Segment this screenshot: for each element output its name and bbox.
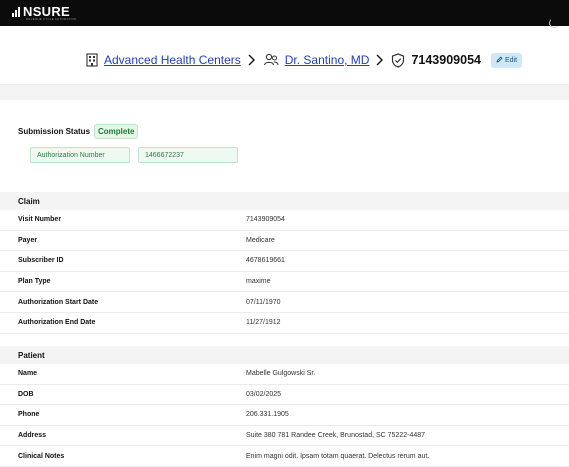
breadcrumb-facility-link[interactable]: Advanced Health Centers xyxy=(104,53,241,67)
chevron-right-icon xyxy=(247,54,257,66)
row-label: Plan Type xyxy=(18,278,51,286)
building-icon xyxy=(86,53,98,67)
row-value: 7143909054 xyxy=(246,216,285,224)
authorization-number-row: Authorization Number 1466672237 xyxy=(30,147,238,163)
table-row: Name Mabelle Gulgowski Sr. xyxy=(0,364,569,385)
row-value: Mabelle Gulgowski Sr. xyxy=(246,370,316,378)
row-label: Visit Number xyxy=(18,216,62,224)
brand-tagline: REVENUE CYCLE AUTOMATION xyxy=(26,17,77,21)
authorization-number-label: Authorization Number xyxy=(30,147,130,163)
visit-id-heading: 7143909054 xyxy=(411,53,481,67)
table-row: Subscriber ID 4678619661 xyxy=(0,251,569,272)
table-row: Plan Type maxime xyxy=(0,272,569,293)
pencil-icon xyxy=(496,56,503,65)
row-value: 03/02/2025 xyxy=(246,390,282,398)
users-icon xyxy=(263,53,279,67)
user-menu-icon[interactable] xyxy=(549,18,559,28)
table-row: Clinical Notes Enim magni odit. Ipsam tot… xyxy=(0,446,569,467)
submission-status-label: Submission Status xyxy=(18,127,91,136)
status-badge: Complete xyxy=(94,124,139,139)
table-row: Authorization End Date 11/27/1912 xyxy=(0,313,569,334)
edit-button-label: Edit xyxy=(504,56,518,64)
row-label: Payer xyxy=(18,236,38,244)
row-value: 11/27/1912 xyxy=(246,319,281,327)
row-label: DOB xyxy=(18,390,34,398)
claim-section-header: Claim xyxy=(0,192,569,210)
row-label: Subscriber ID xyxy=(18,257,64,265)
table-row: Visit Number 7143909054 xyxy=(0,210,569,231)
table-row: DOB 03/02/2025 xyxy=(0,385,569,406)
chevron-right-icon xyxy=(375,54,385,66)
edit-button[interactable]: Edit xyxy=(490,52,523,68)
row-value: Suite 380 781 Randee Creek, Brunostad, S… xyxy=(246,432,426,440)
shield-check-icon xyxy=(391,52,405,68)
row-label: Address xyxy=(18,432,47,440)
divider-band xyxy=(0,84,569,100)
row-label: Authorization End Date xyxy=(18,319,96,327)
breadcrumb: Advanced Health Centers Dr. Santino, MD … xyxy=(86,50,523,70)
row-value: 206.331.1905 xyxy=(246,411,289,419)
logo-bars-icon xyxy=(12,6,20,17)
table-row: Payer Medicare xyxy=(0,231,569,252)
top-navigation-bar: NSURE REVENUE CYCLE AUTOMATION xyxy=(0,0,569,26)
row-value: Enim magni odit. Ipsam totam quaerat. De… xyxy=(246,452,430,460)
row-label: Name xyxy=(18,370,38,378)
table-row: Authorization Start Date 07/11/1970 xyxy=(0,292,569,313)
table-row: Address Suite 380 781 Randee Creek, Bruno… xyxy=(0,426,569,447)
row-value: 4678619661 xyxy=(246,257,285,265)
submission-status: Submission Status Complete xyxy=(18,124,139,139)
row-value: Medicare xyxy=(246,236,275,244)
breadcrumb-provider-link[interactable]: Dr. Santino, MD xyxy=(285,53,370,67)
row-value: 07/11/1970 xyxy=(246,298,281,306)
row-value: maxime xyxy=(246,278,271,286)
row-label: Authorization Start Date xyxy=(18,298,99,306)
row-label: Clinical Notes xyxy=(18,452,65,460)
patient-section-header: Patient xyxy=(0,346,569,364)
row-label: Phone xyxy=(18,411,40,419)
authorization-number-value: 1466672237 xyxy=(138,147,238,163)
table-row: Phone 206.331.1905 xyxy=(0,405,569,426)
